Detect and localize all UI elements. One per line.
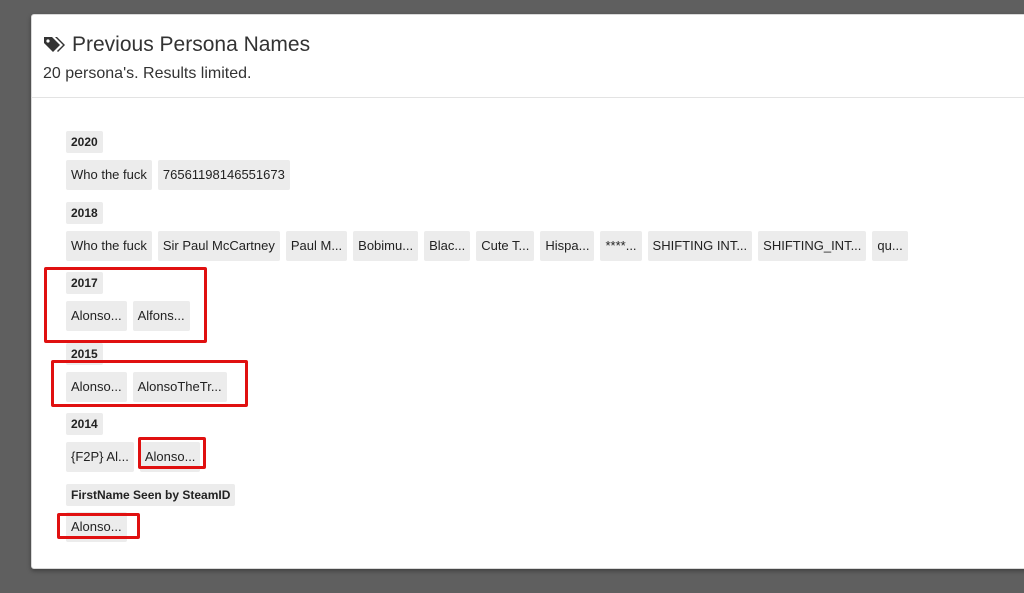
name-chip[interactable]: Paul M... [285, 231, 348, 261]
tags-icon [44, 36, 65, 52]
name-chip[interactable]: Hispa... [540, 231, 595, 261]
name-chip[interactable]: qu... [872, 231, 908, 261]
name-chip[interactable]: Blac... [424, 231, 471, 261]
highlight-box-2017 [44, 267, 207, 343]
panel-title: Previous Persona Names [72, 33, 311, 56]
name-chip[interactable]: Sir Paul McCartney [157, 231, 280, 261]
year-label-2014: 2014 [66, 413, 103, 435]
name-chip[interactable]: Bobimu... [353, 231, 419, 261]
name-chip[interactable]: SHIFTING_INT... [758, 231, 867, 261]
highlight-box-2015 [51, 360, 248, 407]
year-label-2020: 2020 [66, 131, 103, 153]
firstname-label: FirstName Seen by SteamID [66, 484, 236, 506]
highlight-box-2014 [138, 437, 206, 469]
title-row: Previous Persona Names [43, 33, 310, 57]
name-chip[interactable]: Who the fuck [66, 231, 152, 261]
name-chip[interactable]: Cute T... [476, 231, 535, 261]
name-row-2020: Who the fuck 76561198146551673 [66, 160, 296, 190]
name-chip[interactable]: SHIFTING INT... [647, 231, 753, 261]
name-chip[interactable]: Who the fuck [66, 160, 152, 190]
highlight-box-firstname [57, 513, 140, 539]
year-label-2018: 2018 [66, 202, 103, 224]
name-chip[interactable]: ****... [600, 231, 642, 261]
panel-header: Previous Persona Names 20 persona's. Res… [32, 15, 1024, 98]
name-chip[interactable]: {F2P} Al... [66, 442, 134, 472]
name-chip[interactable]: 76561198146551673 [157, 160, 290, 190]
panel-subtitle: 20 persona's. Results limited. [43, 65, 252, 82]
name-row-2018: Who the fuck Sir Paul McCartney Paul M..… [66, 231, 914, 261]
